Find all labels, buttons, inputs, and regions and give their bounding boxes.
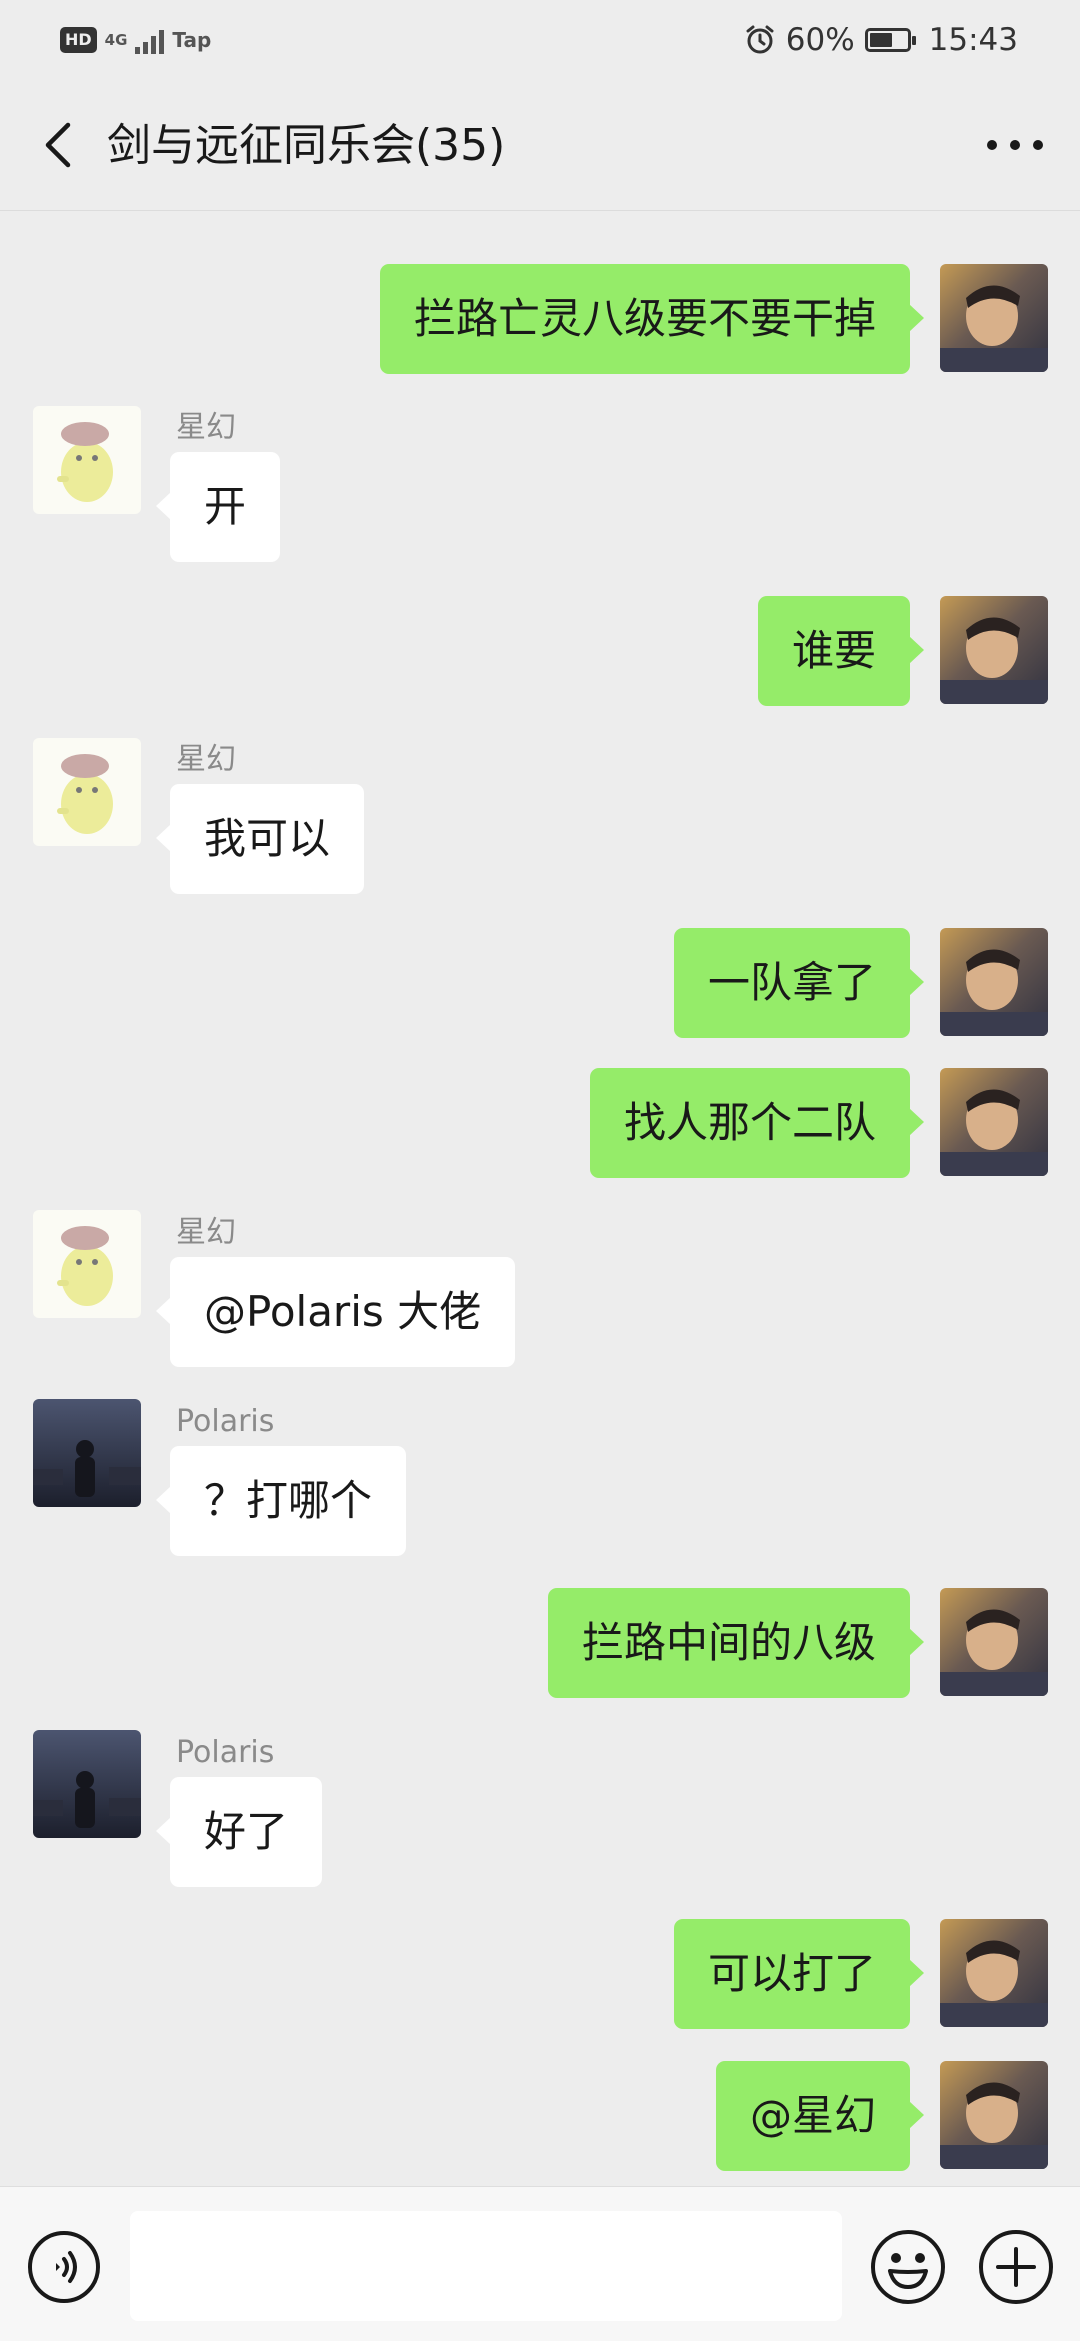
network-type: 4G [104, 31, 128, 49]
chat-header: 剑与远征同乐会(35) [0, 80, 1080, 211]
message-bubble[interactable]: 找人那个二队 [589, 1068, 925, 1178]
self-avatar[interactable] [940, 596, 1048, 704]
message-bubble[interactable]: 拦路亡灵八级要不要干掉 [379, 264, 925, 374]
message-bubble[interactable]: ？打哪个 [155, 1446, 407, 1556]
message-bubble[interactable]: @星幻 [715, 2061, 925, 2171]
status-left: HD 4G Tap [60, 22, 211, 58]
more-actions-button[interactable] [976, 2227, 1056, 2307]
contact-avatar-polaris[interactable] [33, 1730, 141, 1838]
sender-name: 星幻 [176, 410, 236, 445]
self-avatar[interactable] [940, 1919, 1048, 2027]
more-button[interactable] [980, 115, 1050, 175]
plus-icon [979, 2230, 1053, 2304]
self-avatar[interactable] [940, 2061, 1048, 2169]
voice-button[interactable] [26, 2229, 102, 2305]
back-button[interactable] [30, 115, 90, 175]
self-avatar[interactable] [940, 264, 1048, 372]
hd-badge: HD [60, 27, 97, 53]
contact-avatar-xinghuan[interactable] [33, 738, 141, 846]
sender-name: 星幻 [176, 742, 236, 777]
self-avatar[interactable] [940, 1588, 1048, 1696]
clock: 15:43 [928, 22, 1018, 58]
sender-name: Polaris [176, 1404, 275, 1439]
status-bar: HD 4G Tap 60% 15:43 [0, 0, 1080, 80]
self-avatar[interactable] [940, 928, 1048, 1036]
contact-avatar-xinghuan[interactable] [33, 1210, 141, 1318]
message-bubble[interactable]: 可以打了 [673, 1919, 925, 2029]
message-bubble[interactable]: @Polaris 大佬 [155, 1257, 516, 1367]
message-input[interactable] [130, 2211, 842, 2321]
back-arrow-icon [45, 122, 71, 168]
signal-icon [135, 26, 165, 54]
emoji-button[interactable] [868, 2227, 948, 2307]
self-avatar[interactable] [940, 1068, 1048, 1176]
sender-name: 星幻 [176, 1215, 236, 1250]
status-right: 60% 15:43 [744, 18, 1018, 62]
message-bubble[interactable]: 我可以 [155, 784, 365, 894]
message-bubble[interactable]: 开 [155, 452, 281, 562]
battery-percent: 60% [785, 22, 855, 58]
contact-avatar-xinghuan[interactable] [33, 406, 141, 514]
message-bubble[interactable]: 谁要 [757, 596, 925, 706]
carrier-label: Tap [172, 28, 212, 52]
sender-name: Polaris [176, 1735, 275, 1770]
contact-avatar-polaris[interactable] [33, 1399, 141, 1507]
message-bubble[interactable]: 好了 [155, 1777, 323, 1887]
more-dots-icon [987, 140, 1043, 150]
voice-icon [28, 2231, 100, 2303]
emoji-icon [871, 2230, 945, 2304]
battery-icon [864, 28, 916, 52]
message-bubble[interactable]: 一队拿了 [673, 928, 925, 1038]
alarm-icon [746, 25, 774, 54]
input-bar [0, 2186, 1080, 2341]
message-bubble[interactable]: 拦路中间的八级 [547, 1588, 925, 1698]
chat-title: 剑与远征同乐会(35) [107, 120, 506, 171]
